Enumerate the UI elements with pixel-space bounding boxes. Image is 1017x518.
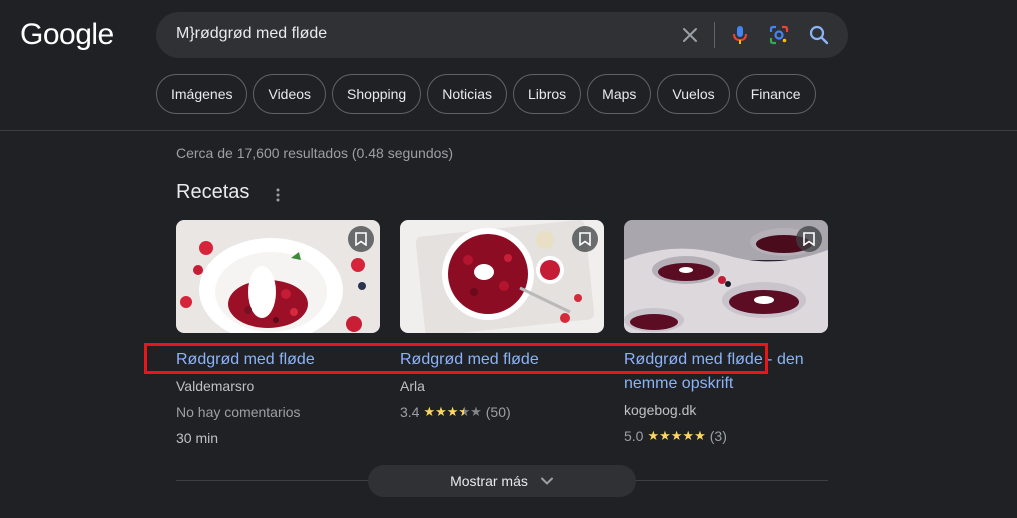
review-count: (3) [709,428,727,444]
bookmark-icon[interactable] [572,226,598,252]
recipe-title-3-main[interactable]: Rødgrød med fløde [624,351,763,368]
bookmark-icon[interactable] [348,226,374,252]
recipe-rating-3: 5.0 ★★★★★ (3) [624,428,727,444]
search-input[interactable]: M}rødgrød med fløde [176,25,327,43]
chip-maps[interactable]: Maps [587,74,652,114]
chip-books[interactable]: Libros [513,74,582,114]
result-stats: Cerca de 17,600 resultados (0.48 segundo… [176,145,454,161]
more-options-icon[interactable] [268,184,288,206]
chip-finance[interactable]: Finance [735,74,816,114]
review-count: (50) [485,404,511,420]
recipes-heading: Recetas [176,181,250,203]
header-divider [0,130,1017,131]
recipe-image-1[interactable] [176,220,380,333]
chip-news[interactable]: Noticias [427,74,508,114]
recipe-time-1: 30 min [176,430,219,446]
star-rating-icon: ★★★★★★ [423,404,482,419]
recipe-source-1: Valdemarsro [176,378,255,394]
search-box[interactable]: M}rødgrød med fløde [156,12,848,58]
search-icon[interactable] [807,23,831,47]
rating-value: 3.4 [400,404,420,420]
recipe-image-2[interactable] [400,220,604,333]
show-more-label: Mostrar más [450,473,528,489]
recipe-source-3: kogebog.dk [624,402,697,418]
microphone-icon[interactable] [728,23,752,47]
star-rating-icon: ★★★★★ [647,428,706,443]
recipe-comments-1: No hay comentarios [176,404,301,420]
chip-images[interactable]: Imágenes [156,74,248,114]
google-lens-icon[interactable] [767,23,791,47]
recipe-title-3[interactable]: Rødgrød med fløde - den nemme opskrift [624,348,814,396]
recipe-rating-2: 3.4 ★★★★★★ (50) [400,404,511,420]
show-more-button[interactable]: Mostrar más [368,465,636,497]
chip-videos[interactable]: Videos [253,74,327,114]
bookmark-icon[interactable] [796,226,822,252]
recipe-image-3[interactable] [624,220,828,333]
recipe-title-2[interactable]: Rødgrød med fløde [400,348,539,372]
recipe-card-1[interactable]: Rødgrød med fløde Valdemarsro No hay com… [176,220,380,446]
recipe-source-2: Arla [400,378,425,394]
chip-shopping[interactable]: Shopping [332,74,422,114]
filter-chips: Imágenes Videos Shopping Noticias Libros… [156,74,816,114]
recipe-card-2[interactable]: Rødgrød med fløde Arla 3.4 ★★★★★★ (50) [400,220,604,420]
rating-value: 5.0 [624,428,644,444]
search-divider [714,22,715,48]
recipe-title-1[interactable]: Rødgrød med fløde [176,348,315,372]
recipe-card-3[interactable]: Rødgrød med fløde - den nemme opskrift k… [624,220,828,444]
clear-search-icon[interactable] [678,23,702,47]
chevron-down-icon [540,477,553,485]
chip-flights[interactable]: Vuelos [657,74,730,114]
google-logo[interactable]: Google [20,18,114,52]
